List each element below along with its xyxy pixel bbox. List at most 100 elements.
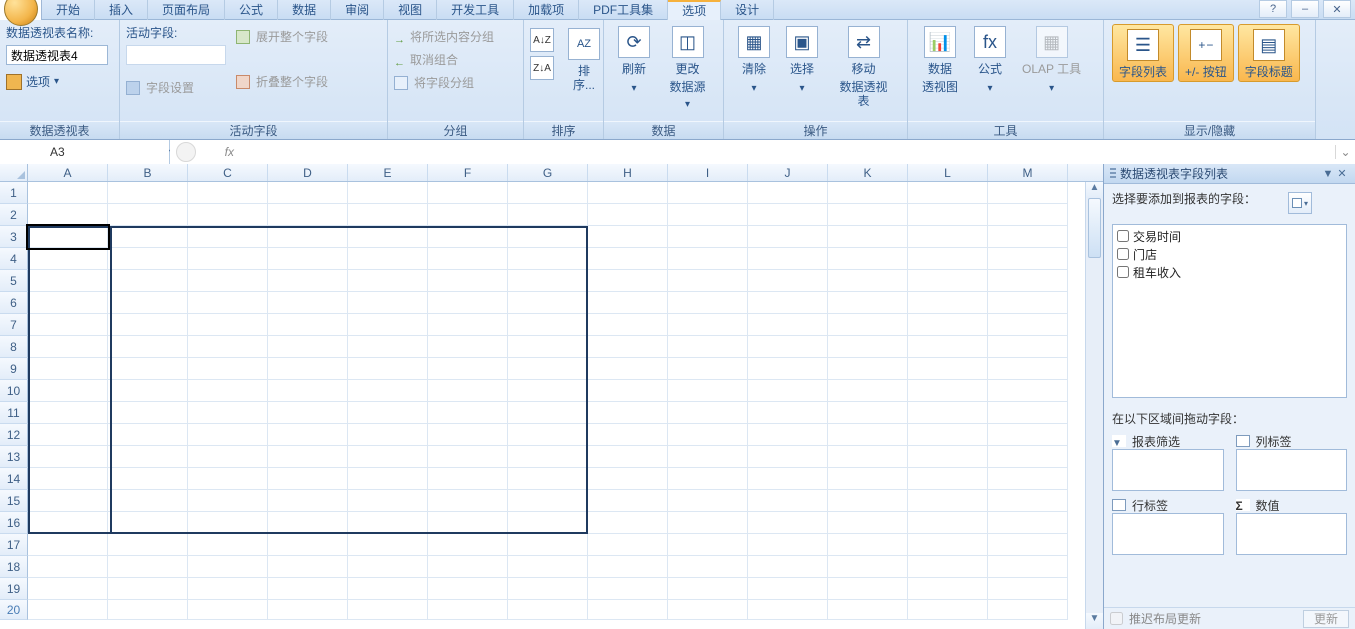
cell-G18[interactable] [508,556,588,578]
cell-M10[interactable] [988,380,1068,402]
cell-H11[interactable] [588,402,668,424]
cell-M2[interactable] [988,204,1068,226]
cell-K2[interactable] [828,204,908,226]
field-headers-toggle[interactable]: ▤ 字段标题 [1238,24,1300,82]
expand-field-button[interactable]: 展开整个字段 [236,28,356,45]
cell-I13[interactable] [668,446,748,468]
cell-D2[interactable] [268,204,348,226]
cell-M14[interactable] [988,468,1068,490]
cell-A20[interactable] [28,600,108,620]
cell-L13[interactable] [908,446,988,468]
cell-B2[interactable] [108,204,188,226]
help-button[interactable]: ? [1259,0,1287,18]
col-header-H[interactable]: H [588,164,668,181]
cell-C18[interactable] [188,556,268,578]
cell-G1[interactable] [508,182,588,204]
row-header-8[interactable]: 8 [0,336,28,358]
cell-K15[interactable] [828,490,908,512]
cell-K5[interactable] [828,270,908,292]
group-field-button[interactable]: 将字段分组 [394,74,494,91]
col-header-L[interactable]: L [908,164,988,181]
menu-tab-9[interactable]: PDF工具集 [579,0,668,20]
cell-J9[interactable] [748,358,828,380]
cell-L19[interactable] [908,578,988,600]
cell-K4[interactable] [828,248,908,270]
field-checkbox-1[interactable] [1117,248,1129,260]
cell-F17[interactable] [428,534,508,556]
col-header-J[interactable]: J [748,164,828,181]
cell-J20[interactable] [748,600,828,620]
cell-G2[interactable] [508,204,588,226]
row-header-14[interactable]: 14 [0,468,28,490]
cell-A1[interactable] [28,182,108,204]
menu-tab-4[interactable]: 数据 [278,0,331,20]
col-header-K[interactable]: K [828,164,908,181]
select-all-corner[interactable] [0,164,28,181]
scroll-thumb[interactable] [1088,198,1101,258]
cell-I17[interactable] [668,534,748,556]
col-header-G[interactable]: G [508,164,588,181]
scroll-down-button[interactable]: ▼ [1086,613,1103,629]
menu-tab-0[interactable]: 开始 [42,0,95,20]
cell-I12[interactable] [668,424,748,446]
row-header-5[interactable]: 5 [0,270,28,292]
cell-K1[interactable] [828,182,908,204]
cell-M19[interactable] [988,578,1068,600]
cell-F18[interactable] [428,556,508,578]
cell-J17[interactable] [748,534,828,556]
cell-I15[interactable] [668,490,748,512]
field-row-0[interactable]: 交易时间 [1115,227,1344,245]
cell-C20[interactable] [188,600,268,620]
cell-I2[interactable] [668,204,748,226]
cell-H1[interactable] [588,182,668,204]
cell-B17[interactable] [108,534,188,556]
ungroup-button[interactable]: 取消组合 [394,51,494,68]
cell-J8[interactable] [748,336,828,358]
cell-M6[interactable] [988,292,1068,314]
cell-D19[interactable] [268,578,348,600]
field-checkbox-0[interactable] [1117,230,1129,242]
row-header-15[interactable]: 15 [0,490,28,512]
cell-J19[interactable] [748,578,828,600]
cell-K17[interactable] [828,534,908,556]
cell-I6[interactable] [668,292,748,314]
cell-M17[interactable] [988,534,1068,556]
cell-K19[interactable] [828,578,908,600]
menu-tab-8[interactable]: 加载项 [514,0,579,20]
cell-H15[interactable] [588,490,668,512]
plus-minus-toggle[interactable]: +− +/- 按钮 [1178,24,1234,82]
cell-K11[interactable] [828,402,908,424]
cell-L10[interactable] [908,380,988,402]
cell-I9[interactable] [668,358,748,380]
collapse-field-button[interactable]: 折叠整个字段 [236,73,356,90]
cell-L18[interactable] [908,556,988,578]
formula-input[interactable] [242,140,1335,164]
row-header-2[interactable]: 2 [0,204,28,226]
panel-layout-button[interactable] [1288,192,1312,214]
cell-B19[interactable] [108,578,188,600]
row-header-16[interactable]: 16 [0,512,28,534]
panel-drag-handle[interactable] [1110,168,1116,180]
menu-tab-7[interactable]: 开发工具 [437,0,514,20]
cell-G19[interactable] [508,578,588,600]
row-header-10[interactable]: 10 [0,380,28,402]
cell-I14[interactable] [668,468,748,490]
cell-H7[interactable] [588,314,668,336]
cell-K6[interactable] [828,292,908,314]
field-list-toggle[interactable]: ☰ 字段列表 [1112,24,1174,82]
cell-J11[interactable] [748,402,828,424]
cell-D1[interactable] [268,182,348,204]
col-header-M[interactable]: M [988,164,1068,181]
menu-tab-2[interactable]: 页面布局 [148,0,225,20]
cell-J18[interactable] [748,556,828,578]
cell-C17[interactable] [188,534,268,556]
scroll-up-button[interactable]: ▲ [1086,182,1103,198]
close-ribbon-button[interactable]: ✕ [1323,0,1351,18]
formula-button[interactable]: fx 公式 [966,22,1014,88]
cell-A19[interactable] [28,578,108,600]
cell-A18[interactable] [28,556,108,578]
cell-I11[interactable] [668,402,748,424]
cell-J4[interactable] [748,248,828,270]
cell-G17[interactable] [508,534,588,556]
cell-K18[interactable] [828,556,908,578]
